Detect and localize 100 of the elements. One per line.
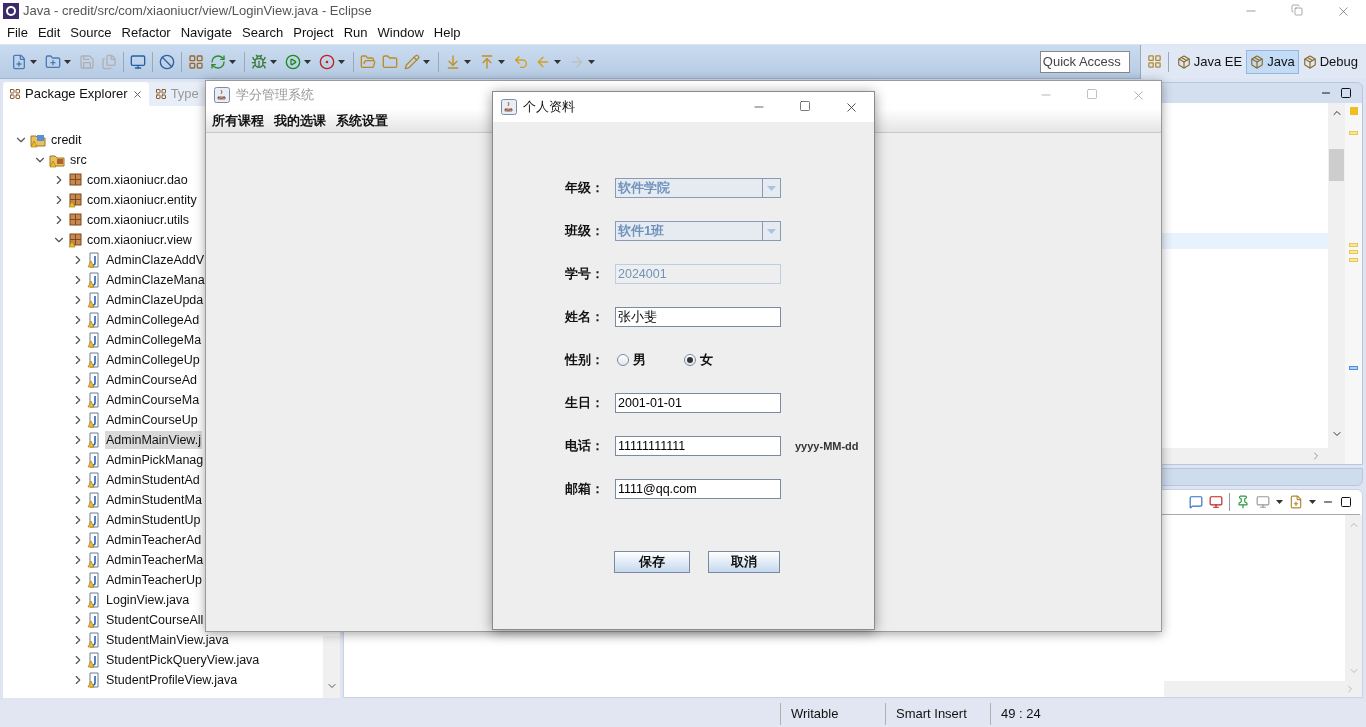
message-icon[interactable] [1189,495,1203,509]
slash-circle-icon[interactable] [159,53,175,70]
radio-button[interactable] [684,354,696,366]
field-label: 生日： [565,394,605,413]
input-field[interactable]: 11111111111 [615,436,781,456]
menu-item[interactable]: Help [428,23,466,43]
radio-button[interactable] [617,354,629,366]
vertical-scrollbar[interactable] [1328,103,1345,464]
open-perspective-icon[interactable] [1146,54,1162,69]
grid-icon [9,88,21,100]
java-file-icon [86,432,102,448]
tree-item[interactable]: StudentCourseAll [105,610,205,630]
menu-item[interactable]: Window [372,23,429,43]
menu-item[interactable]: 我的选课 [269,110,331,131]
monitor-icon[interactable] [1209,495,1223,509]
tree-item[interactable]: StudentPickQueryView.java [105,650,261,670]
close-icon[interactable] [131,88,143,100]
grid-icon[interactable] [188,53,204,70]
java-cup-icon [501,99,517,115]
horizontal-scrollbar[interactable] [1164,681,1362,697]
maximize-icon[interactable] [1340,496,1352,508]
menu-item[interactable]: Project [288,23,339,43]
caret-icon[interactable] [30,59,37,64]
java-file-icon [86,632,102,648]
caret-icon[interactable] [229,59,236,64]
perspective-button[interactable]: Java [1246,49,1299,74]
menu-item[interactable]: Edit [32,23,66,43]
field-label: 邮箱： [565,480,605,499]
java-file-icon [86,352,102,368]
tree-item[interactable]: AdminTeacherUp [105,570,203,590]
tree-item[interactable]: AdminCollegeUp [105,350,201,370]
maximize-icon[interactable] [1340,87,1352,99]
target-icon[interactable] [319,53,335,70]
caret-icon[interactable] [1276,500,1283,504]
tree-item[interactable]: AdminTeacherAd [105,530,203,550]
window-title: 学分管理系统 [236,86,314,104]
tree-item[interactable]: StudentProfileView.java [105,670,239,690]
caret-icon[interactable] [554,59,561,64]
java-file-icon [86,652,102,668]
tree-item[interactable]: AdminCourseUp [105,410,199,430]
tree-item[interactable]: AdminTeacherMa [105,550,205,570]
bug-icon[interactable] [251,53,267,70]
tree-item[interactable]: com.xiaoniucr.utils [86,210,191,230]
scrollbar[interactable] [323,636,340,698]
tree-item[interactable]: AdminCollegeMa [105,330,203,350]
dialog-button[interactable]: 取消 [708,551,780,573]
menu-item[interactable]: Refactor [116,23,176,43]
pin-icon[interactable] [1236,495,1250,509]
tree-item[interactable]: com.xiaoniucr.view [86,230,193,250]
view-tab[interactable]: Package Explorer [3,82,149,106]
caret-icon[interactable] [1309,500,1316,504]
tree-item[interactable]: AdminClazeAddV [105,250,205,270]
quick-access-field[interactable]: Quick Access [1039,50,1130,73]
tree-item[interactable]: AdminStudentAd [105,470,201,490]
tree-item[interactable]: com.xiaoniucr.entity [86,190,198,210]
tree-item[interactable]: StudentMainView.java [105,630,230,650]
menu-item[interactable]: Source [65,23,117,43]
caret-icon[interactable] [304,59,311,64]
caret-icon[interactable] [498,59,505,64]
tree-item[interactable]: AdminClazeUpda [105,290,205,310]
java-file-icon [86,572,102,588]
tree-item[interactable]: credit [50,130,83,150]
input-field[interactable]: 1111@qq.com [615,479,781,499]
menu-item[interactable]: 系统设置 [331,110,393,131]
file-plus-icon[interactable] [1289,495,1303,509]
perspective-button[interactable]: Java EE [1172,49,1247,74]
tree-item[interactable]: AdminCourseMa [105,390,201,410]
input-field[interactable]: 2001-01-01 [615,393,781,413]
tree-item[interactable]: AdminPickManag [105,450,205,470]
menu-item[interactable]: 所有课程 [207,110,269,131]
perspective-button[interactable]: Debug [1298,49,1362,74]
tree-item[interactable]: AdminCourseAd [105,370,198,390]
tree-item[interactable]: AdminCollegeAd [105,310,201,330]
menu-item[interactable]: Navigate [175,23,237,43]
tree-item[interactable]: AdminClazeMana [105,270,206,290]
tree-item[interactable]: src [69,150,88,170]
caret-icon[interactable] [64,59,71,64]
caret-icon[interactable] [423,59,430,64]
menu-item[interactable]: Run [338,23,373,43]
input-field[interactable]: 张小斐 [615,307,781,327]
dialog-button[interactable]: 保存 [614,551,690,573]
tree-item[interactable]: AdminMainView.j [105,430,202,450]
radio-label: 男 [633,351,646,370]
scrollbar-thumb[interactable] [1329,149,1344,181]
window-title: Java - credit/src/com/xiaoniucr/view/LoginView.java - Eclipse [23,2,372,21]
project-folder-icon [29,132,47,148]
tree-item[interactable]: com.xiaoniucr.dao [86,170,189,190]
caret-icon[interactable] [588,59,595,64]
java-file-icon [86,512,102,528]
caret-icon[interactable] [464,59,471,64]
tree-item[interactable]: AdminStudentMa [105,490,203,510]
menu-item[interactable]: Search [237,23,289,43]
status-text: 49 : 24 [1001,704,1041,723]
monitor-icon[interactable] [130,53,146,70]
menu-item[interactable]: File [2,23,33,43]
tree-item[interactable]: LoginView.java [105,590,191,610]
tree-item[interactable]: AdminStudentUp [105,510,202,530]
caret-icon[interactable] [270,59,277,64]
dialog-title: 个人资料 [523,98,575,116]
caret-icon[interactable] [338,59,345,64]
